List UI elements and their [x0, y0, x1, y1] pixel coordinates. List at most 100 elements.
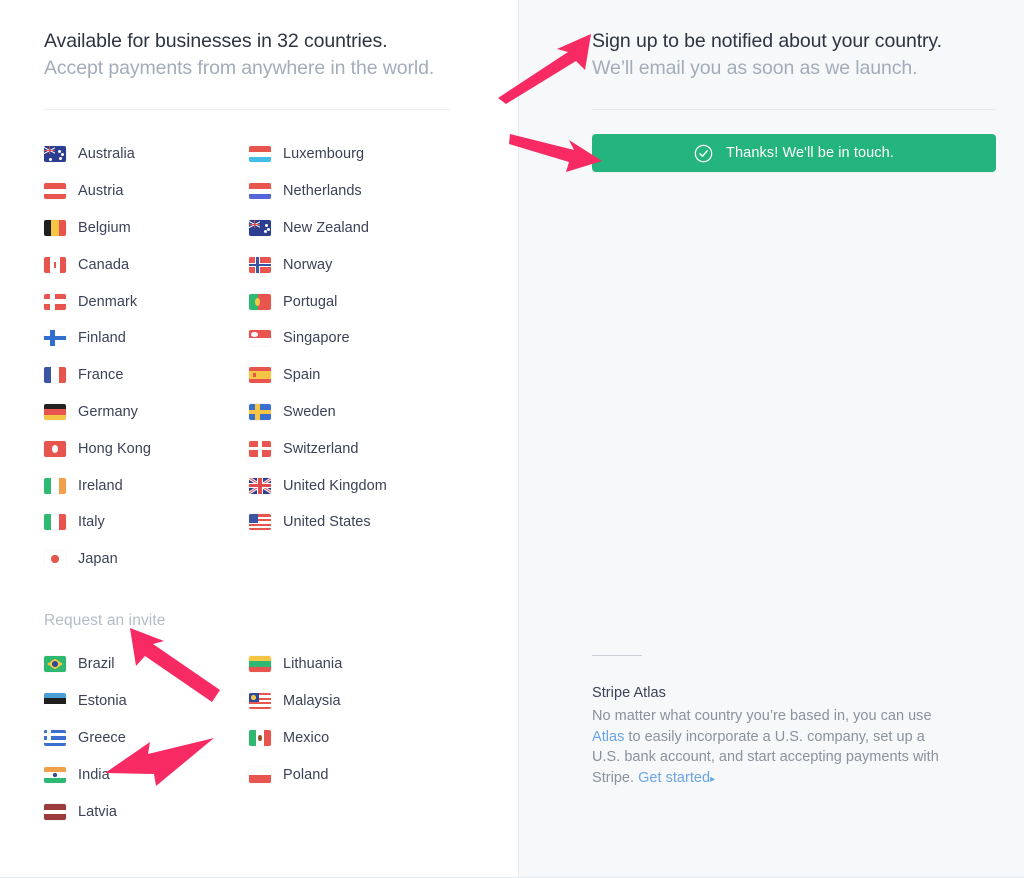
flag-denmark-icon	[44, 293, 66, 310]
country-name: Brazil	[78, 655, 115, 672]
country-name: Australia	[78, 146, 135, 163]
flag-italy-icon	[44, 514, 66, 531]
country-row: Lithuania	[249, 646, 454, 683]
flag-hong-kong-icon	[44, 440, 66, 457]
country-row: United Kingdom	[249, 467, 454, 504]
flag-poland-icon	[249, 766, 271, 783]
check-circle-icon	[694, 144, 713, 162]
flag-malaysia-icon	[249, 692, 271, 709]
country-name: Canada	[78, 256, 130, 273]
flag-singapore-icon	[249, 330, 271, 347]
stripe-atlas-footer: Stripe Atlas No matter what country you’…	[592, 655, 942, 790]
country-name: Mexico	[283, 729, 330, 746]
country-name: Denmark	[78, 293, 138, 310]
country-row: France	[44, 357, 249, 394]
country-name: Switzerland	[283, 440, 359, 457]
signup-subtitle: We’ll email you as soon as we launch.	[592, 57, 918, 79]
country-row: New Zealand	[249, 210, 454, 247]
atlas-description: No matter what country you’re based in, …	[592, 706, 942, 790]
flag-austria-icon	[44, 183, 66, 200]
success-banner: Thanks! We'll be in touch.	[592, 134, 996, 172]
footer-divider	[592, 655, 642, 656]
country-row: Mexico	[249, 720, 454, 757]
country-name: Lithuania	[283, 655, 343, 672]
country-row: Singapore	[249, 320, 454, 357]
country-row: Germany	[44, 394, 249, 431]
country-name: Austria	[78, 183, 124, 200]
signup-heading-block: Sign up to be notified about your countr…	[592, 28, 996, 82]
country-name: Greece	[78, 729, 126, 746]
flag-estonia-icon	[44, 692, 66, 709]
atlas-link[interactable]: Atlas	[592, 729, 624, 745]
country-name: Latvia	[78, 803, 117, 820]
flag-spain-icon	[249, 367, 271, 384]
available-countries-list: Australia Austria Belgium Canada Denmark Finl…	[44, 136, 474, 578]
flag-sweden-icon	[249, 403, 271, 420]
country-name: India	[78, 766, 110, 783]
signup-panel: Sign up to be notified about your countr…	[519, 0, 1024, 877]
country-row: Luxembourg	[249, 136, 454, 173]
flag-canada-icon	[44, 256, 66, 273]
country-row: Latvia	[44, 794, 249, 831]
country-row: Denmark	[44, 283, 249, 320]
request-invite-heading: Request an invite	[44, 611, 166, 629]
country-name: Italy	[78, 514, 105, 531]
flag-lithuania-icon	[249, 655, 271, 672]
atlas-text-part1: No matter what country you’re based in, …	[592, 708, 932, 724]
flag-belgium-icon	[44, 219, 66, 236]
flag-australia-icon	[44, 146, 66, 163]
flag-united-kingdom-icon	[249, 477, 271, 494]
flag-united-states-icon	[249, 514, 271, 531]
country-row: Finland	[44, 320, 249, 357]
country-name: Sweden	[283, 403, 336, 420]
country-name: Singapore	[283, 330, 350, 347]
country-name: Netherlands	[283, 183, 362, 200]
country-row: Belgium	[44, 210, 249, 247]
get-started-link[interactable]: Get started	[638, 770, 710, 786]
page-title: Available for businesses in 32 countries…	[44, 30, 388, 52]
country-name: Japan	[78, 551, 118, 568]
heading-divider	[44, 109, 450, 110]
country-row: Switzerland	[249, 430, 454, 467]
country-row: Norway	[249, 246, 454, 283]
availability-page: Available for businesses in 32 countries…	[0, 0, 1024, 878]
country-row: Portugal	[249, 283, 454, 320]
flag-netherlands-icon	[249, 183, 271, 200]
signup-divider	[592, 109, 996, 110]
caret-right-icon: ▸	[710, 773, 716, 785]
country-row: India	[44, 757, 249, 794]
country-name: Portugal	[283, 293, 338, 310]
country-name: United States	[283, 514, 371, 531]
country-row: Sweden	[249, 394, 454, 431]
invite-countries-list: Brazil Estonia Greece India Latvia Lithuania M…	[44, 646, 474, 831]
flag-portugal-icon	[249, 293, 271, 310]
flag-japan-icon	[44, 551, 66, 568]
country-row: Ireland	[44, 467, 249, 504]
flag-france-icon	[44, 367, 66, 384]
country-row: Greece	[44, 720, 249, 757]
country-name: Ireland	[78, 477, 123, 494]
flag-new-zealand-icon	[249, 219, 271, 236]
country-row: Brazil	[44, 646, 249, 683]
country-row: Australia	[44, 136, 249, 173]
signup-title: Sign up to be notified about your countr…	[592, 30, 942, 52]
flag-finland-icon	[44, 330, 66, 347]
flag-switzerland-icon	[249, 440, 271, 457]
flag-ireland-icon	[44, 477, 66, 494]
flag-mexico-icon	[249, 729, 271, 746]
flag-luxembourg-icon	[249, 146, 271, 163]
page-subtitle: Accept payments from anywhere in the wor…	[44, 57, 435, 79]
country-name: Spain	[283, 367, 321, 384]
country-name: Luxembourg	[283, 146, 365, 163]
country-row: Malaysia	[249, 683, 454, 720]
country-name: Estonia	[78, 692, 127, 709]
countries-panel: Available for businesses in 32 countries…	[0, 0, 519, 877]
flag-latvia-icon	[44, 803, 66, 820]
success-message: Thanks! We'll be in touch.	[726, 145, 894, 161]
flag-brazil-icon	[44, 655, 66, 672]
country-row: Japan	[44, 541, 249, 578]
flag-germany-icon	[44, 403, 66, 420]
country-name: Malaysia	[283, 692, 341, 709]
country-row: Poland	[249, 757, 454, 794]
country-name: Germany	[78, 403, 138, 420]
